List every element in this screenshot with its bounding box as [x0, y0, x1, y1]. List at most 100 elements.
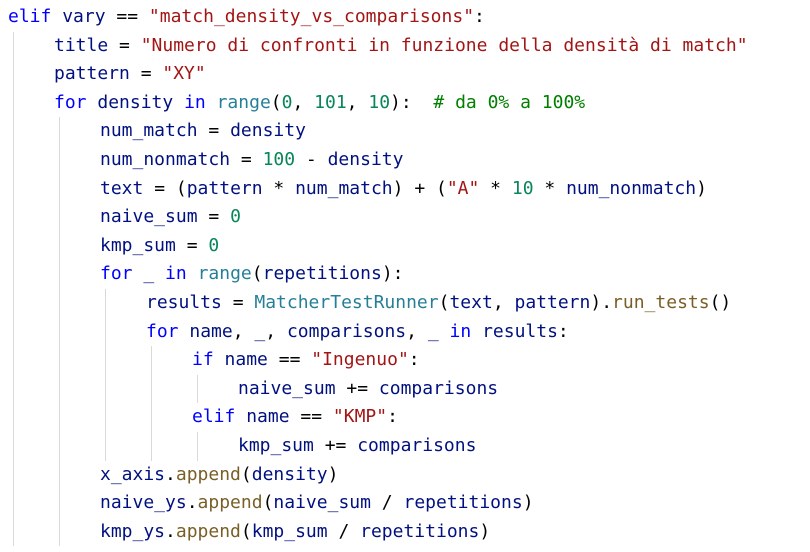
indent-guide: [197, 374, 198, 404]
code-token: run_tests: [612, 292, 710, 313]
code-token: in: [165, 263, 187, 285]
code-token: (: [251, 263, 263, 285]
code-line[interactable]: x_axis.append(density): [100, 461, 338, 490]
code-token: (): [709, 292, 732, 313]
indent-guide: [13, 31, 14, 547]
code-token: append: [197, 492, 263, 514]
code-token: ): [327, 463, 339, 485]
code-token: pattern: [186, 177, 263, 199]
code-token: density: [327, 149, 404, 170]
code-token: ): [696, 177, 707, 199]
code-token: naive_sum: [100, 206, 198, 228]
code-token: naive_sum: [238, 377, 336, 399]
code-token: +=: [335, 377, 379, 399]
code-line[interactable]: title = "Numero di confronti in funzione…: [54, 32, 748, 61]
code-token: (: [240, 520, 252, 542]
code-token: num_match: [100, 120, 198, 142]
code-token: .: [165, 520, 176, 542]
code-token: pattern: [514, 292, 591, 313]
code-token: 0: [230, 206, 241, 228]
code-token: ==: [289, 406, 333, 428]
code-token: append: [175, 520, 241, 542]
code-token: ,: [492, 292, 515, 313]
code-editor[interactable]: elif vary == "match_density_vs_compariso…: [0, 0, 810, 552]
code-line[interactable]: for density in range(0, 101, 10): # da 0…: [54, 89, 585, 118]
code-token: 100: [262, 149, 296, 170]
code-token: comparisons: [357, 435, 477, 456]
code-line[interactable]: naive_sum = 0: [100, 203, 241, 232]
code-line[interactable]: elif name == "KMP":: [192, 403, 398, 432]
code-line[interactable]: if name == "Ingenuo":: [192, 346, 420, 375]
code-token: =: [129, 63, 163, 85]
indent-guide: [105, 289, 106, 461]
code-token: "KMP": [332, 406, 388, 428]
code-token: "A": [446, 177, 480, 199]
code-token: text: [449, 292, 493, 313]
code-token: *: [479, 177, 512, 199]
code-token: append: [175, 463, 241, 485]
code-token: +=: [313, 435, 358, 456]
code-token: num_nonmatch: [566, 177, 697, 199]
code-line[interactable]: results = MatcherTestRunner(text, patter…: [146, 289, 731, 318]
code-line[interactable]: num_nonmatch = 100 - density: [100, 146, 403, 175]
code-line[interactable]: kmp_sum += comparisons: [238, 432, 476, 461]
code-token: comparisons: [286, 320, 407, 342]
code-token: results: [482, 320, 558, 342]
code-token: results: [146, 292, 222, 313]
code-token: density: [251, 463, 328, 485]
code-token: name: [246, 406, 290, 428]
code-line[interactable]: elif vary == "match_density_vs_compariso…: [8, 3, 485, 32]
code-line[interactable]: for _ in range(repetitions):: [100, 260, 404, 289]
code-token: /: [370, 492, 404, 514]
code-token: 101: [314, 91, 347, 113]
code-token: for: [54, 91, 87, 113]
code-token: ,: [346, 91, 369, 113]
code-token: in: [184, 91, 206, 113]
code-token: =: [197, 206, 231, 228]
code-token: /: [327, 520, 361, 542]
code-line[interactable]: naive_sum += comparisons: [238, 375, 498, 404]
code-token: ): [479, 520, 491, 542]
code-token: .: [165, 463, 176, 485]
code-token: ==: [267, 349, 312, 371]
code-token: if: [192, 349, 214, 371]
code-token: # da 0% a 100%: [433, 91, 586, 113]
code-token: *: [262, 177, 296, 199]
code-line[interactable]: kmp_ys.append(kmp_sum / repetitions): [100, 518, 490, 547]
code-token: elif: [8, 6, 52, 27]
code-line[interactable]: kmp_sum = 0: [100, 232, 219, 261]
code-line[interactable]: for name, _, comparisons, _ in results:: [146, 318, 569, 347]
code-token: repetitions: [403, 492, 523, 514]
code-token: vary: [62, 6, 106, 27]
code-token: =: [108, 34, 141, 56]
code-token: num_match: [295, 177, 393, 199]
code-token: repetitions: [262, 263, 382, 285]
indent-guide: [151, 346, 152, 461]
code-line[interactable]: num_match = density: [100, 117, 306, 146]
code-token: kmp_sum: [238, 435, 314, 456]
code-token: name: [189, 320, 233, 342]
code-token: name: [224, 349, 268, 371]
code-line[interactable]: naive_ys.append(naive_sum / repetitions): [100, 489, 534, 518]
code-token: :: [387, 406, 398, 428]
code-token: _: [143, 263, 155, 285]
code-token: ,: [265, 320, 287, 342]
indent-guide: [59, 117, 60, 547]
code-line[interactable]: text = (pattern * num_match) + ("A" * 10…: [100, 175, 707, 204]
code-token: "match_density_vs_comparisons": [148, 6, 475, 27]
code-token: MatcherTestRunner: [254, 292, 439, 313]
code-token: = (: [143, 177, 187, 199]
code-token: (: [240, 463, 252, 485]
code-line[interactable]: pattern = "XY": [54, 60, 206, 89]
code-token: .: [186, 492, 198, 514]
code-token: elif: [192, 406, 236, 428]
code-token: :: [474, 6, 485, 27]
